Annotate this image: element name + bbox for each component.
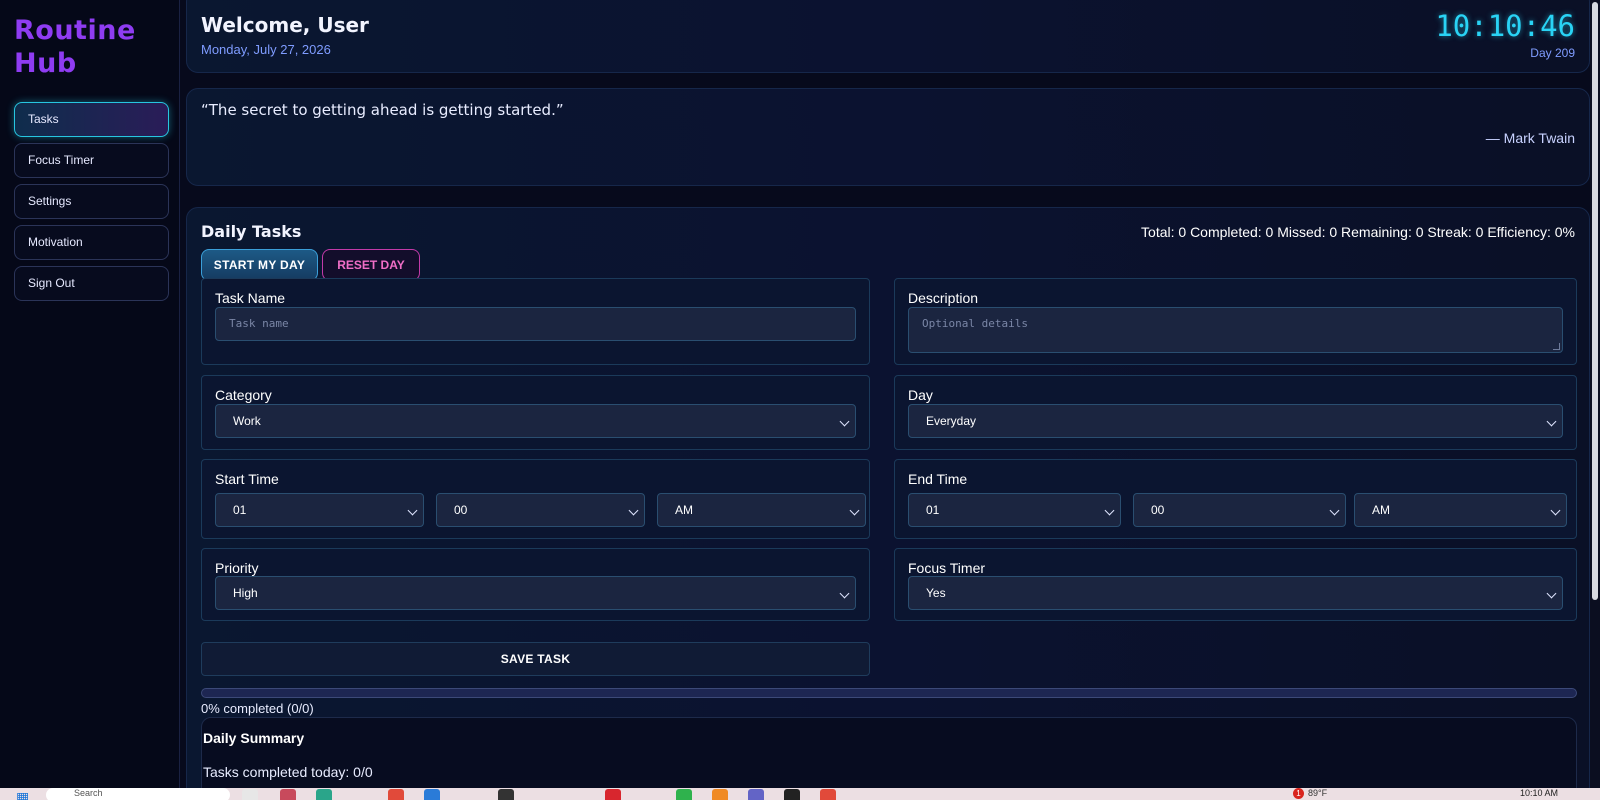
- chevron-down-icon: [628, 505, 639, 516]
- chevron-down-icon: [1104, 505, 1115, 516]
- notification-badge: 1: [1293, 788, 1304, 799]
- app-icon[interactable]: [498, 789, 514, 800]
- app-logo: Routine Hub: [14, 14, 136, 80]
- taskbar-search-placeholder: Search: [74, 788, 103, 798]
- start-hour-value: 01: [233, 503, 247, 517]
- weather-temperature[interactable]: 89°F: [1308, 788, 1327, 798]
- focus-timer-group: Focus Timer Yes: [894, 548, 1577, 621]
- start-time-group: Start Time 01 00 AM: [201, 459, 870, 539]
- whatsapp-icon[interactable]: [676, 789, 692, 800]
- sidebar-item-sign-out[interactable]: Sign Out: [14, 266, 169, 301]
- chevron-down-icon: [1546, 416, 1557, 427]
- task-name-label: Task Name: [215, 290, 286, 306]
- end-ampm-value: AM: [1372, 503, 1390, 517]
- welcome-title: Welcome, User: [201, 13, 369, 37]
- brand-line2: Hub: [14, 48, 77, 79]
- chevron-down-icon: [1550, 505, 1561, 516]
- teams-icon[interactable]: [748, 789, 764, 800]
- focus-timer-value: Yes: [926, 586, 946, 600]
- task-name-input[interactable]: Task name: [215, 307, 856, 341]
- start-ampm-value: AM: [675, 503, 693, 517]
- day-counter: Day 209: [1530, 46, 1575, 60]
- start-minute-value: 00: [454, 503, 468, 517]
- category-select[interactable]: Work: [215, 404, 856, 438]
- chevron-down-icon: [1329, 505, 1340, 516]
- description-placeholder: Optional details: [922, 317, 1028, 330]
- description-group: Description Optional details: [894, 278, 1577, 365]
- focus-timer-select[interactable]: Yes: [908, 576, 1563, 610]
- start-my-day-button[interactable]: START MY DAY: [201, 249, 318, 281]
- quote-author: — Mark Twain: [1485, 130, 1575, 146]
- end-ampm-select[interactable]: AM: [1354, 493, 1567, 527]
- daily-tasks-panel: Daily Tasks Total: 0 Completed: 0 Missed…: [186, 207, 1590, 800]
- progress-bar: [201, 688, 1577, 698]
- focus-timer-label: Focus Timer: [908, 560, 986, 576]
- chevron-down-icon: [849, 505, 860, 516]
- sidebar-item-tasks[interactable]: Tasks: [14, 102, 169, 137]
- sidebar-nav: Tasks Focus Timer Settings Motivation Si…: [14, 102, 169, 307]
- brand-line1: Routine: [14, 15, 136, 46]
- save-task-button[interactable]: SAVE TASK: [201, 642, 870, 676]
- end-minute-select[interactable]: 00: [1133, 493, 1346, 527]
- sidebar: Routine Hub Tasks Focus Timer Settings M…: [0, 0, 180, 788]
- priority-value: High: [233, 586, 258, 600]
- description-textarea[interactable]: Optional details: [908, 307, 1563, 353]
- header-panel: Welcome, User Monday, July 27, 2026 10:1…: [186, 0, 1590, 73]
- end-minute-value: 00: [1151, 503, 1165, 517]
- priority-select[interactable]: High: [215, 576, 856, 610]
- priority-group: Priority High: [201, 548, 870, 621]
- start-hour-select[interactable]: 01: [215, 493, 424, 527]
- category-label: Category: [215, 387, 272, 403]
- start-time-label: Start Time: [215, 471, 279, 487]
- digital-clock: 10:10:46: [1435, 9, 1575, 43]
- start-minute-select[interactable]: 00: [436, 493, 645, 527]
- pinterest-icon[interactable]: [605, 789, 621, 800]
- day-label: Day: [908, 387, 933, 403]
- page-scrollbar[interactable]: [1590, 0, 1600, 788]
- app-icon[interactable]: [712, 789, 728, 800]
- app-icon[interactable]: [784, 789, 800, 800]
- summary-tasks-completed: Tasks completed today: 0/0: [203, 764, 373, 780]
- tasks-title: Daily Tasks: [201, 222, 302, 241]
- category-value: Work: [233, 414, 261, 428]
- reset-day-button[interactable]: RESET DAY: [322, 249, 420, 281]
- sidebar-item-motivation[interactable]: Motivation: [14, 225, 169, 260]
- resize-handle-icon[interactable]: [1553, 343, 1560, 350]
- scrollbar-thumb[interactable]: [1592, 2, 1598, 600]
- file-explorer-icon[interactable]: [242, 789, 258, 800]
- description-label: Description: [908, 290, 979, 306]
- current-date: Monday, July 27, 2026: [201, 42, 331, 57]
- category-group: Category Work: [201, 375, 870, 450]
- day-select[interactable]: Everyday: [908, 404, 1563, 438]
- os-taskbar: ▦ Search 1 89°F 10:10 AM: [0, 788, 1600, 800]
- task-name-group: Task Name Task name: [201, 278, 870, 365]
- end-time-label: End Time: [908, 471, 968, 487]
- chevron-down-icon: [1546, 588, 1557, 599]
- end-hour-value: 01: [926, 503, 940, 517]
- sidebar-item-focus-timer[interactable]: Focus Timer: [14, 143, 169, 178]
- app-icon[interactable]: [280, 789, 296, 800]
- chevron-down-icon: [839, 588, 850, 599]
- priority-label: Priority: [215, 560, 259, 576]
- windows-start-icon[interactable]: ▦: [16, 789, 29, 800]
- progress-text: 0% completed (0/0): [201, 701, 314, 716]
- start-ampm-select[interactable]: AM: [657, 493, 866, 527]
- summary-title: Daily Summary: [203, 730, 305, 746]
- taskbar-clock[interactable]: 10:10 AM: [1520, 788, 1558, 798]
- sidebar-item-settings[interactable]: Settings: [14, 184, 169, 219]
- app-icon[interactable]: [316, 789, 332, 800]
- day-value: Everyday: [926, 414, 977, 428]
- chevron-down-icon: [839, 416, 850, 427]
- vscode-icon[interactable]: [424, 789, 440, 800]
- quote-text: “The secret to getting ahead is getting …: [201, 101, 564, 119]
- end-time-group: End Time 01 00 AM: [894, 459, 1577, 539]
- chrome-icon[interactable]: [388, 789, 404, 800]
- quote-panel: “The secret to getting ahead is getting …: [186, 88, 1590, 186]
- end-hour-select[interactable]: 01: [908, 493, 1121, 527]
- day-group: Day Everyday: [894, 375, 1577, 450]
- taskbar-search[interactable]: Search: [46, 788, 230, 800]
- chrome-icon[interactable]: [820, 789, 836, 800]
- task-stats: Total: 0 Completed: 0 Missed: 0 Remainin…: [1141, 224, 1575, 240]
- chevron-down-icon: [407, 505, 418, 516]
